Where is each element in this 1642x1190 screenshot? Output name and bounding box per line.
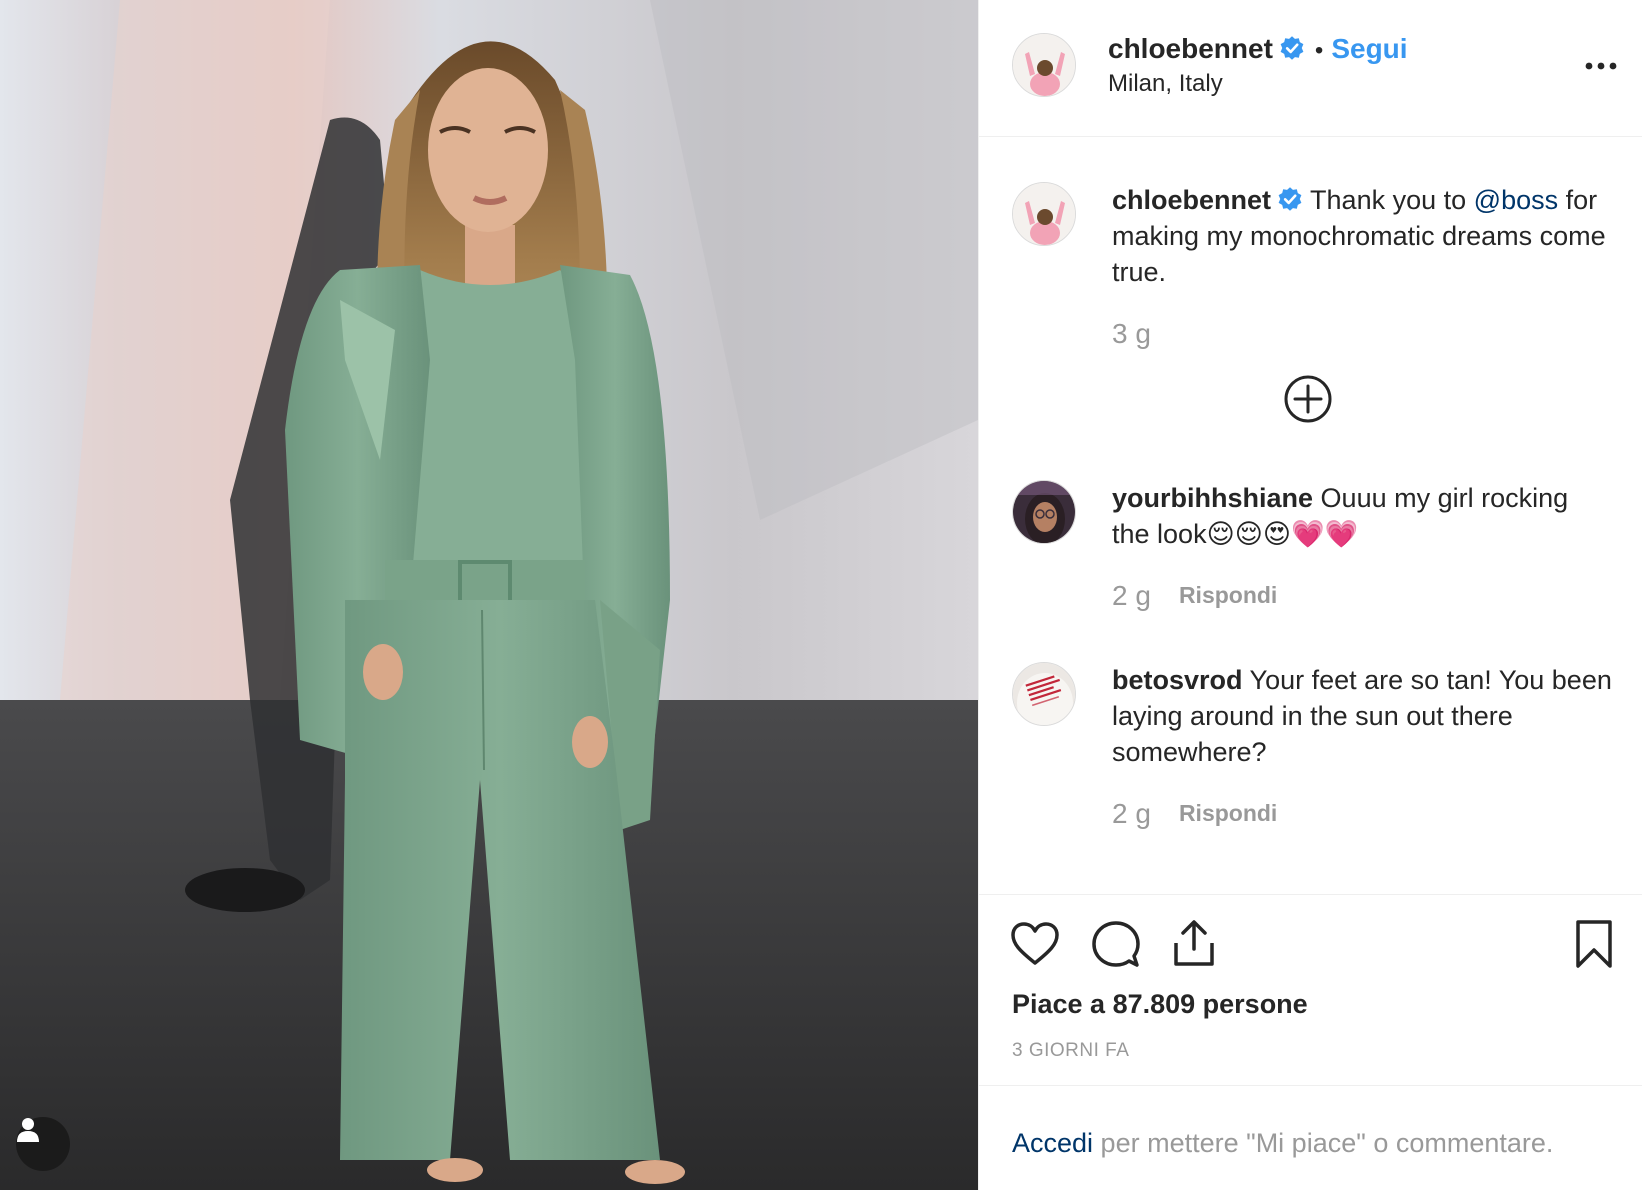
post-time[interactable]: 3 GIORNI FA: [1012, 1040, 1129, 1062]
caption-username[interactable]: chloebennet: [1112, 185, 1271, 215]
comment-avatar[interactable]: [1012, 480, 1076, 544]
post-photo[interactable]: [0, 0, 978, 1190]
header-separator: •: [1314, 37, 1324, 64]
comment-avatar-image: [1013, 481, 1075, 543]
verified-badge-icon: [1280, 36, 1304, 60]
post-header: chloebennet • Segui Milan, Italy: [979, 0, 1642, 137]
login-link[interactable]: Accedi: [1012, 1128, 1093, 1158]
follow-button[interactable]: Segui: [1331, 33, 1407, 64]
login-bar: Accedi per mettere "Mi piace" o commenta…: [979, 1085, 1642, 1190]
verified-badge-icon: [1278, 187, 1302, 211]
comment-username[interactable]: yourbihhshiane: [1112, 483, 1313, 513]
caption-age[interactable]: 3 g: [1112, 318, 1151, 349]
login-prompt: Accedi per mettere "Mi piace" o commenta…: [1012, 1128, 1553, 1159]
caption-body: chloebennet Thank you to @boss for makin…: [1112, 182, 1612, 290]
caption-avatar[interactable]: [1012, 182, 1076, 246]
more-options-button[interactable]: [1581, 46, 1621, 86]
post-location[interactable]: Milan, Italy: [1108, 70, 1223, 98]
comment-username[interactable]: betosvrod: [1112, 665, 1243, 695]
bookmark-icon[interactable]: [1575, 919, 1613, 969]
comment-age[interactable]: 2 g: [1112, 580, 1151, 611]
comment-body: betosvrod Your feet are so tan! You been…: [1112, 662, 1612, 770]
share-icon[interactable]: [1172, 919, 1216, 967]
caption-text-before: Thank you to: [1310, 185, 1474, 215]
comment-bubble-icon[interactable]: [1092, 920, 1140, 968]
author-username[interactable]: chloebennet: [1108, 33, 1273, 64]
author-avatar-image: [1013, 34, 1075, 96]
comment-body: yourbihhshiane Ouuu my girl rocking the …: [1112, 480, 1612, 552]
header-name-line: chloebennet • Segui: [1108, 33, 1408, 65]
post-side-panel: chloebennet • Segui Milan, Italy chloebenn…: [978, 0, 1642, 1190]
comment-avatar[interactable]: [1012, 662, 1076, 726]
comment-age[interactable]: 2 g: [1112, 798, 1151, 829]
more-options-icon: [1585, 62, 1617, 70]
caption-mention[interactable]: @boss: [1474, 185, 1558, 215]
author-avatar[interactable]: [1012, 33, 1076, 97]
comment-avatar-image: [1013, 663, 1075, 725]
comment-meta: 2 g Rispondi: [1112, 798, 1277, 830]
reply-button[interactable]: Rispondi: [1179, 582, 1277, 608]
caption-avatar-image: [1013, 183, 1075, 245]
comment-meta: 2 g Rispondi: [1112, 580, 1277, 612]
post-photo-illustration: [0, 0, 978, 1190]
reply-button[interactable]: Rispondi: [1179, 800, 1277, 826]
user-tag-icon: [17, 1118, 39, 1142]
caption-meta: 3 g: [1112, 318, 1151, 350]
post-actions: Piace a 87.809 persone 3 GIORNI FA Acced…: [979, 894, 1642, 1190]
heart-icon[interactable]: [1010, 921, 1060, 967]
login-prompt-text: per mettere "Mi piace" o commentare.: [1093, 1128, 1554, 1158]
likes-count[interactable]: Piace a 87.809 persone: [1012, 989, 1308, 1020]
user-tag-button[interactable]: [16, 1117, 70, 1171]
plus-circle-icon[interactable]: [1283, 374, 1333, 424]
